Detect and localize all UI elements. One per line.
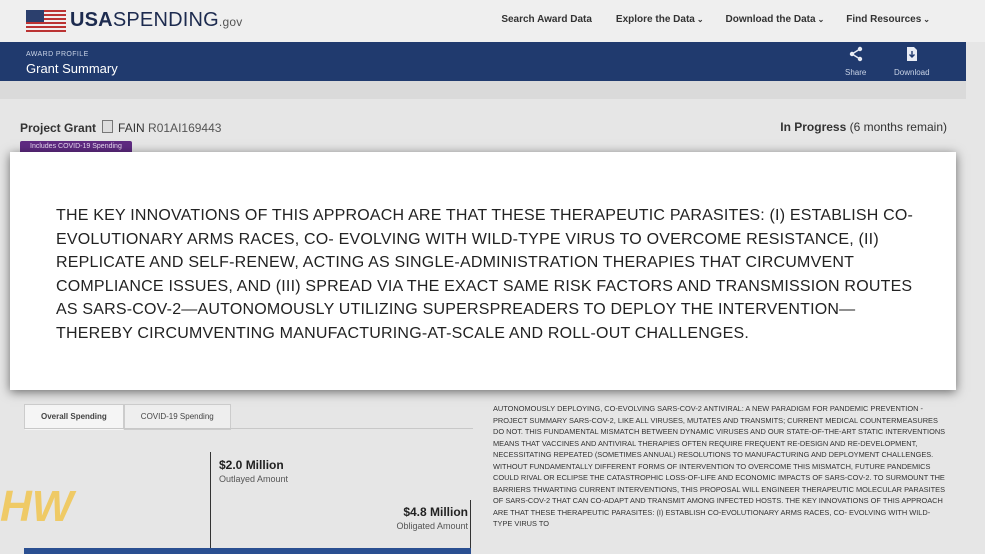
download-icon	[894, 46, 930, 68]
tab-divider	[24, 428, 473, 429]
chevron-down-icon: ⌄	[696, 15, 704, 24]
main-nav: Search Award Data Explore the Data ⌄ Down…	[501, 14, 930, 25]
document-icon	[102, 120, 114, 133]
spending-bar	[24, 548, 471, 554]
download-label: Download	[894, 68, 930, 77]
quote-text: THE KEY INNOVATIONS OF THIS APPROACH ARE…	[56, 207, 914, 342]
award-description: AUTONOMOUSLY DEPLOYING, CO-EVOLVING SARS…	[493, 404, 946, 528]
quote-overlay: THE KEY INNOVATIONS OF THIS APPROACH ARE…	[10, 152, 956, 390]
status-text: In Progress	[780, 120, 847, 134]
nav-explore-the-data[interactable]: Explore the Data ⌄	[616, 14, 704, 25]
nav-download-the-data[interactable]: Download the Data ⌄	[726, 14, 825, 25]
obligated-amount: $4.8 Million	[403, 505, 468, 519]
watermark-logo: HW	[0, 482, 74, 531]
page-title: Grant Summary	[26, 61, 118, 76]
nav-search-award-data[interactable]: Search Award Data	[501, 14, 594, 25]
award-profile-label: AWARD PROFILE	[26, 51, 89, 58]
spending-tabs: Overall Spending COVID-19 Spending	[24, 404, 231, 430]
nav-find-resources[interactable]: Find Resources ⌄	[846, 14, 930, 25]
usaspending-logo[interactable]: USASPENDING.gov	[26, 9, 242, 32]
logo-text: USASPENDING.gov	[70, 9, 243, 31]
flag-icon	[26, 9, 66, 32]
top-navigation: USASPENDING.gov Search Award Data Explor…	[0, 0, 985, 42]
outlayed-label: Outlayed Amount	[219, 474, 289, 484]
outlayed-marker-line	[210, 452, 211, 554]
remaining-text: (6 months remain)	[849, 120, 947, 134]
header-strip	[0, 81, 966, 99]
share-icon	[845, 46, 866, 68]
share-label: Share	[845, 68, 867, 77]
chevron-down-icon: ⌄	[923, 15, 930, 24]
obligated-label: Obligated Amount	[396, 521, 468, 531]
award-status: In Progress (6 months remain)	[780, 120, 947, 134]
award-type: Project Grant	[20, 121, 97, 135]
award-profile-header: AWARD PROFILE Grant Summary Share Downlo…	[0, 42, 966, 81]
chevron-down-icon: ⌄	[817, 15, 825, 24]
download-button[interactable]: Download	[894, 46, 930, 77]
tab-overall-spending[interactable]: Overall Spending	[24, 404, 124, 430]
fain-value: R01AI169443	[148, 121, 222, 135]
tab-covid-19-spending[interactable]: COVID-19 Spending	[123, 404, 231, 430]
share-button[interactable]: Share	[845, 46, 866, 77]
outlayed-amount: $2.0 Million	[219, 458, 284, 472]
award-summary: Project Grant FAIN R01AI169443	[20, 120, 221, 135]
obligated-marker-line	[470, 500, 471, 554]
fain-label: FAIN	[118, 121, 145, 135]
